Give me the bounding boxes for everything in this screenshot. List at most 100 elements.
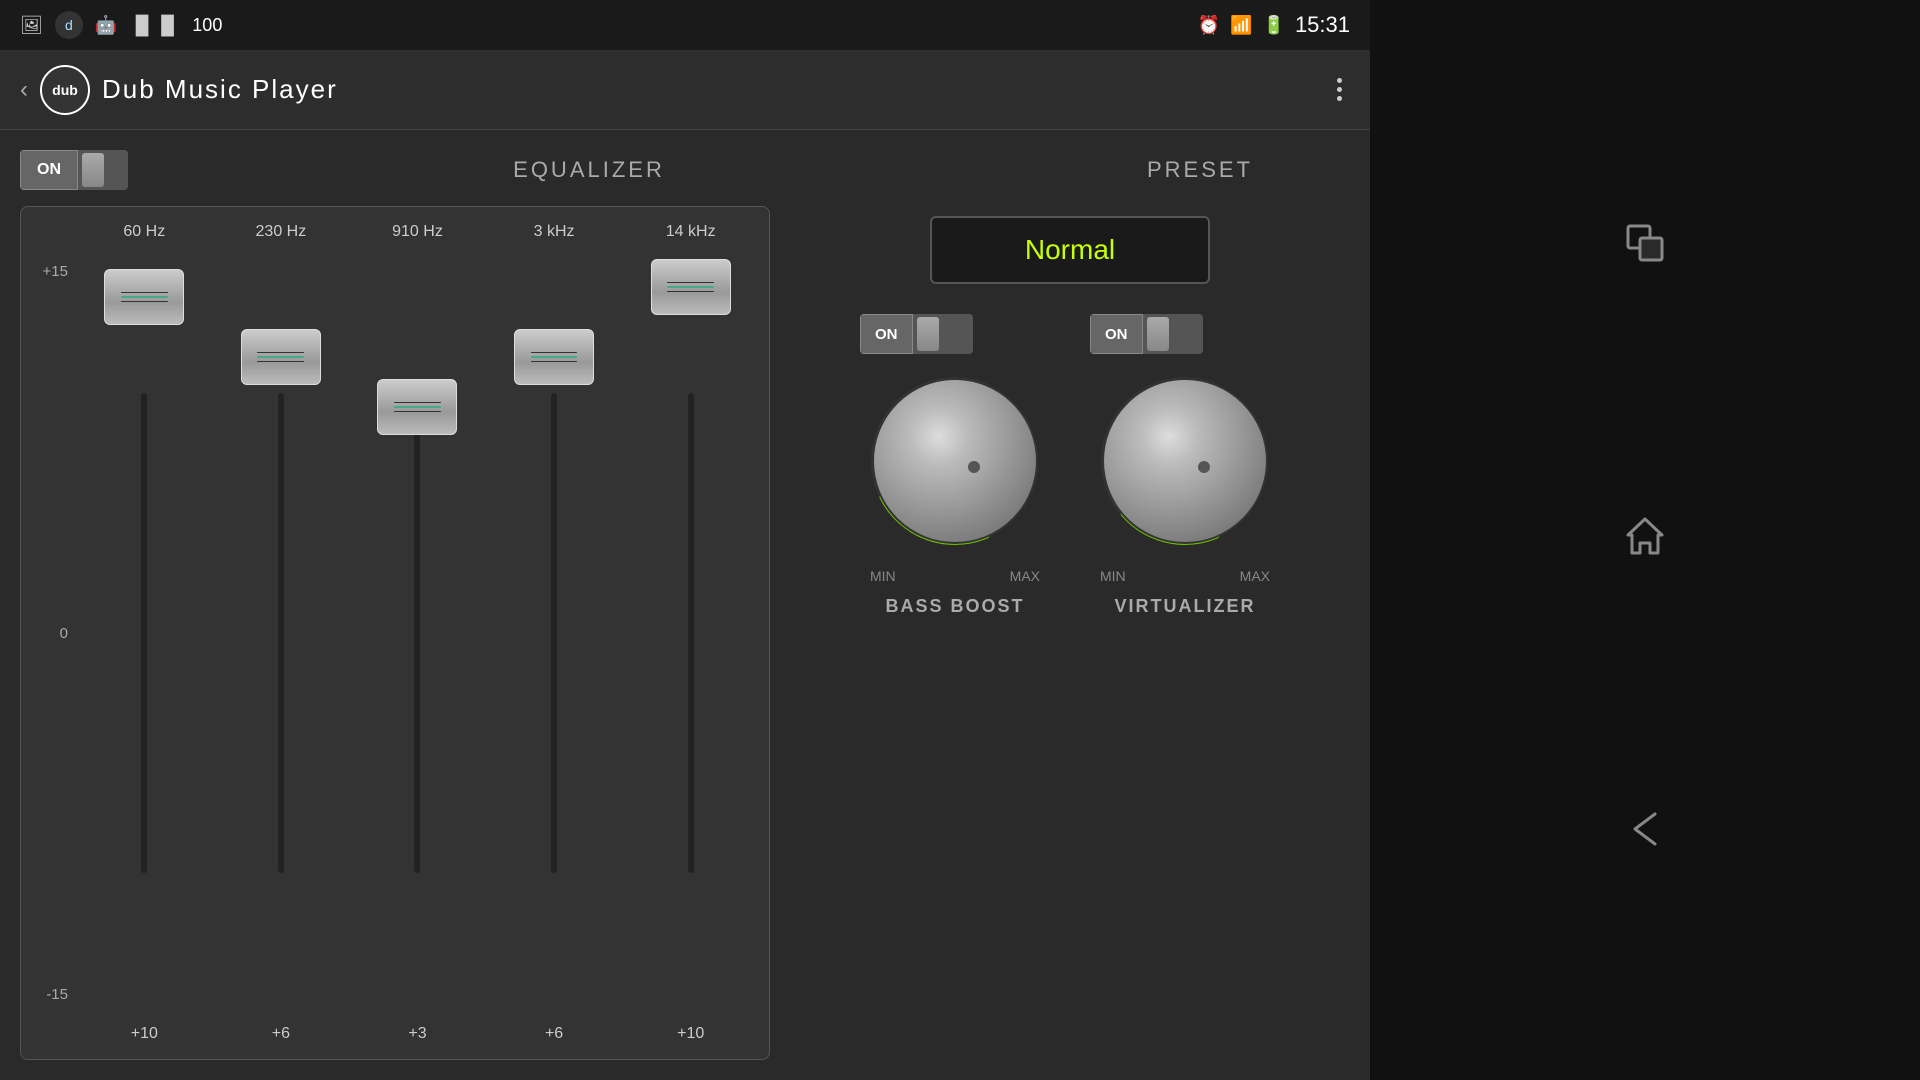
menu-dot-1 [1337,78,1342,83]
barcode-icon: ▐▌▐▌ [129,15,180,36]
slider-line-dark [667,282,714,283]
band-freq-3khz: 3 kHz [534,223,575,241]
slider-line-dark2 [531,361,578,362]
right-panel: Normal ON [790,206,1350,1060]
slider-track-14khz [688,393,694,873]
slider-track-230hz [278,393,284,873]
home-button[interactable] [1620,511,1670,569]
bass-boost-toggle[interactable]: ON [860,314,973,354]
slider-handle-910hz[interactable] [377,379,457,435]
status-icons-right: ⏰ 📶 🔋 15:31 [1198,12,1350,38]
menu-dot-2 [1337,87,1342,92]
slider-track-60hz [141,393,147,873]
virtualizer-toggle-knob [1147,317,1169,351]
slider-handle-230hz[interactable] [241,329,321,385]
band-freq-230hz: 230 Hz [256,223,307,241]
top-bar-left: ‹ dub Dub Music Player [20,65,338,115]
app-logo: dub [40,65,90,115]
slider-line-dark2 [667,291,714,292]
virtualizer-min-label: MIN [1100,568,1126,584]
back-button[interactable]: ‹ [20,76,28,104]
slider-track-910hz [414,393,420,873]
slider-line-dark [394,402,441,403]
slider-container-60hz[interactable] [141,249,147,1017]
bass-boost-toggle-knob [917,317,939,351]
home-icon [1620,511,1670,561]
slider-container-14khz[interactable] [688,249,694,1017]
bass-boost-knob-wrapper[interactable] [860,366,1050,556]
slider-green-line [394,406,441,408]
android-icon: 🤖 [95,15,117,36]
slider-line-dark [121,292,168,293]
bass-boost-labels: MIN MAX [860,568,1050,584]
slider-handle-14khz[interactable] [651,259,731,315]
slider-line-dark [531,352,578,353]
eq-on-toggle[interactable]: ON [20,150,128,190]
virtualizer-on-label: ON [1090,314,1143,354]
bass-boost-max-label: MAX [1010,568,1040,584]
menu-dot-3 [1337,96,1342,101]
band-value-14khz: +10 [677,1025,704,1043]
slider-line-dark [257,352,304,353]
bass-boost-on-label: ON [860,314,913,354]
battery-icon: 🔋 [1263,15,1285,36]
status-bar: 🖼 d 🤖 ▐▌▐▌ 100 ⏰ 📶 🔋 15:31 [0,0,1370,50]
top-bar: ‹ dub Dub Music Player [0,50,1370,130]
eq-band-14khz: 14 kHz +10 [622,223,759,1043]
slider-container-910hz[interactable] [414,249,420,1017]
virtualizer-name: VIRTUALIZER [1115,596,1256,617]
recent-apps-button[interactable] [1620,218,1670,276]
slider-container-3khz[interactable] [551,249,557,1017]
dub-icon: d [55,11,83,39]
signal-icon: 📶 [1230,15,1252,36]
virtualizer-control: ON [1090,314,1280,617]
virtualizer-max-label: MAX [1240,568,1270,584]
battery-percent-icon: 100 [192,15,222,36]
knob-section: ON [800,304,1340,1050]
back-button-nav[interactable] [1620,804,1670,862]
slider-handle-3khz[interactable] [514,329,594,385]
eq-title: EQUALIZER [148,157,1030,183]
bass-boost-min-label: MIN [870,568,896,584]
eq-band-60hz: 60 Hz +10 [76,223,213,1043]
alarm-icon: ⏰ [1198,15,1220,36]
eq-band-230hz: 230 Hz +6 [213,223,350,1043]
photo-icon: 🖼 [20,15,43,36]
band-value-910hz: +3 [408,1025,426,1043]
eq-panel: +15 0 -15 60 Hz [20,206,770,1060]
main-content: ON EQUALIZER PRESET +15 0 -15 [0,130,1370,1080]
bass-boost-knob[interactable] [872,378,1038,544]
band-freq-910hz: 910 Hz [392,223,443,241]
back-icon [1620,804,1670,854]
slider-container-230hz[interactable] [278,249,284,1017]
app-area: 🖼 d 🤖 ▐▌▐▌ 100 ⏰ 📶 🔋 15:31 ‹ dub Dub Mus… [0,0,1370,1080]
recent-apps-icon [1620,218,1670,268]
scale-mid: 0 [31,625,68,642]
slider-track-3khz [551,393,557,873]
slider-green-line [667,286,714,288]
preset-title: PRESET [1050,157,1350,183]
slider-handle-60hz[interactable] [104,269,184,325]
menu-button[interactable] [1329,70,1350,109]
eq-band-3khz: 3 kHz +6 [486,223,623,1043]
band-value-3khz: +6 [545,1025,563,1043]
bass-boost-control: ON [860,314,1050,617]
eq-bands-inner: 60 Hz +10 [76,223,759,1043]
eq-toggle-knob [82,153,104,187]
eq-scale: +15 0 -15 [31,223,76,1043]
android-nav-sidebar [1370,0,1920,1080]
status-icons-left: 🖼 d 🤖 ▐▌▐▌ 100 [20,11,222,39]
eq-controls-row: +15 0 -15 60 Hz [20,206,1350,1060]
virtualizer-toggle[interactable]: ON [1090,314,1203,354]
virtualizer-labels: MIN MAX [1090,568,1280,584]
preset-button[interactable]: Normal [930,216,1210,284]
bass-boost-knob-dot [968,461,980,473]
virtualizer-knob-wrapper[interactable] [1090,366,1280,556]
slider-green-line [121,296,168,298]
scale-top: +15 [31,263,68,280]
band-freq-60hz: 60 Hz [123,223,165,241]
eq-header: ON EQUALIZER PRESET [20,150,1350,190]
eq-on-label: ON [20,150,78,190]
virtualizer-knob[interactable] [1102,378,1268,544]
slider-line-dark2 [394,411,441,412]
